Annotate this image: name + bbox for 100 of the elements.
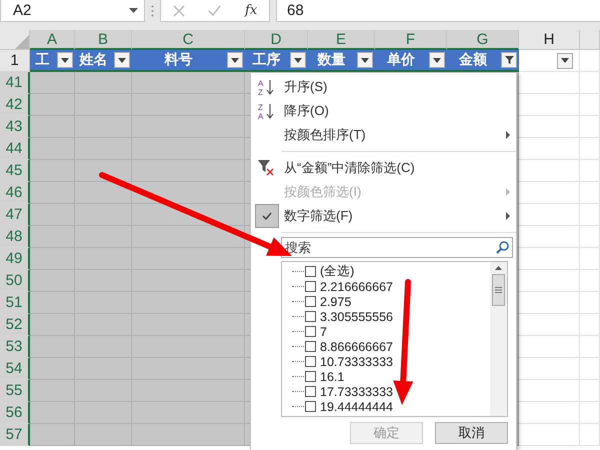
row-header[interactable]: 56: [0, 402, 30, 424]
menu-item[interactable]: 从“金额”中清除筛选(C): [251, 156, 516, 180]
dialog-button[interactable]: 取消: [435, 422, 508, 444]
table-cell[interactable]: [132, 358, 245, 380]
table-cell[interactable]: [75, 424, 132, 446]
column-header[interactable]: E: [308, 30, 375, 50]
table-cell[interactable]: [30, 358, 75, 380]
table-cell[interactable]: [132, 226, 245, 248]
drag-handle-icon[interactable]: [151, 5, 154, 17]
dropdown-button[interactable]: [357, 52, 373, 68]
row-header[interactable]: 51: [0, 292, 30, 314]
table-cell[interactable]: [75, 204, 132, 226]
column-header[interactable]: C: [132, 30, 245, 50]
table-cell[interactable]: [75, 116, 132, 138]
dropdown-button[interactable]: [429, 52, 445, 68]
menu-item[interactable]: 按颜色排序(T): [251, 123, 516, 147]
row-header[interactable]: 53: [0, 336, 30, 358]
insert-function-button[interactable]: fx: [245, 3, 258, 18]
row-header[interactable]: 54: [0, 358, 30, 380]
column-header[interactable]: F: [375, 30, 447, 50]
value-label[interactable]: 17.73333333: [320, 384, 393, 398]
column-header[interactable]: [580, 30, 600, 50]
value-label[interactable]: 3.305555556: [320, 310, 393, 324]
table-cell[interactable]: [132, 314, 245, 336]
checkbox[interactable]: [305, 326, 316, 337]
table-cell[interactable]: [132, 248, 245, 270]
row-header[interactable]: 41: [0, 72, 30, 94]
table-cell[interactable]: [132, 424, 245, 446]
row-header[interactable]: 47: [0, 204, 30, 226]
checkbox[interactable]: [305, 356, 316, 367]
row-header[interactable]: 57: [0, 424, 30, 446]
table-cell[interactable]: [30, 94, 75, 116]
table-cell[interactable]: [132, 292, 245, 314]
select-all-button[interactable]: [0, 30, 30, 50]
table-cell[interactable]: [30, 226, 75, 248]
table-cell[interactable]: [30, 424, 75, 446]
checkbox[interactable]: [305, 386, 316, 397]
table-cell[interactable]: [30, 292, 75, 314]
table-cell[interactable]: [75, 138, 132, 160]
value-label[interactable]: (全选): [320, 263, 354, 280]
value-label[interactable]: 2.216666667: [320, 280, 393, 294]
table-cell[interactable]: [30, 270, 75, 292]
table-cell[interactable]: [30, 72, 75, 94]
cancel-icon[interactable]: [172, 4, 185, 16]
table-cell[interactable]: [132, 72, 245, 94]
row-header[interactable]: 49: [0, 248, 30, 270]
menu-item[interactable]: 数字筛选(F): [251, 204, 516, 228]
row-header[interactable]: 48: [0, 226, 30, 248]
dropdown-button[interactable]: [557, 52, 573, 68]
table-cell[interactable]: [30, 116, 75, 138]
table-cell[interactable]: [75, 380, 132, 402]
menu-item[interactable]: Z A 降序(O): [251, 99, 516, 123]
column-header[interactable]: A: [30, 30, 75, 50]
checkbox[interactable]: [305, 266, 316, 277]
table-cell[interactable]: [132, 336, 245, 358]
checkbox[interactable]: [305, 296, 316, 307]
table-cell[interactable]: [30, 248, 75, 270]
row-header[interactable]: 46: [0, 182, 30, 204]
checkbox[interactable]: [305, 341, 316, 352]
table-cell[interactable]: [75, 248, 132, 270]
table-cell[interactable]: [75, 72, 132, 94]
name-box[interactable]: A2: [0, 0, 145, 22]
dropdown-button[interactable]: [290, 52, 306, 68]
checkbox[interactable]: [305, 311, 316, 322]
scrollbar[interactable]: [490, 262, 507, 416]
row-header[interactable]: 50: [0, 270, 30, 292]
column-header[interactable]: G: [447, 30, 519, 50]
table-cell[interactable]: [30, 160, 75, 182]
dropdown-button[interactable]: [227, 52, 243, 68]
column-header[interactable]: B: [75, 30, 132, 50]
row-header[interactable]: 55: [0, 380, 30, 402]
table-cell[interactable]: [30, 314, 75, 336]
row-header[interactable]: 52: [0, 314, 30, 336]
search-field[interactable]: 搜索: [281, 237, 513, 258]
filter-button[interactable]: [501, 52, 517, 68]
value-label[interactable]: 16.1: [320, 370, 344, 384]
table-cell[interactable]: [75, 270, 132, 292]
table-cell[interactable]: [75, 292, 132, 314]
table-cell[interactable]: [30, 138, 75, 160]
table-cell[interactable]: [30, 380, 75, 402]
scroll-thumb[interactable]: [492, 274, 505, 306]
dropdown-button[interactable]: [57, 52, 73, 68]
column-header[interactable]: H: [519, 30, 580, 50]
checkbox[interactable]: [305, 371, 316, 382]
table-cell[interactable]: [75, 314, 132, 336]
menu-item[interactable]: A Z 升序(S): [251, 75, 516, 99]
table-cell[interactable]: [30, 402, 75, 424]
value-label[interactable]: 7: [320, 324, 327, 338]
table-cell[interactable]: [30, 204, 75, 226]
check-icon[interactable]: [208, 5, 222, 16]
checkbox[interactable]: [305, 281, 316, 292]
table-cell[interactable]: [30, 336, 75, 358]
table-cell[interactable]: [132, 270, 245, 292]
table-cell[interactable]: [132, 138, 245, 160]
table-cell[interactable]: [75, 182, 132, 204]
table-cell[interactable]: [30, 182, 75, 204]
table-cell[interactable]: [132, 116, 245, 138]
checkbox[interactable]: [305, 401, 316, 412]
table-cell[interactable]: [75, 160, 132, 182]
value-label[interactable]: 10.73333333: [320, 354, 393, 368]
